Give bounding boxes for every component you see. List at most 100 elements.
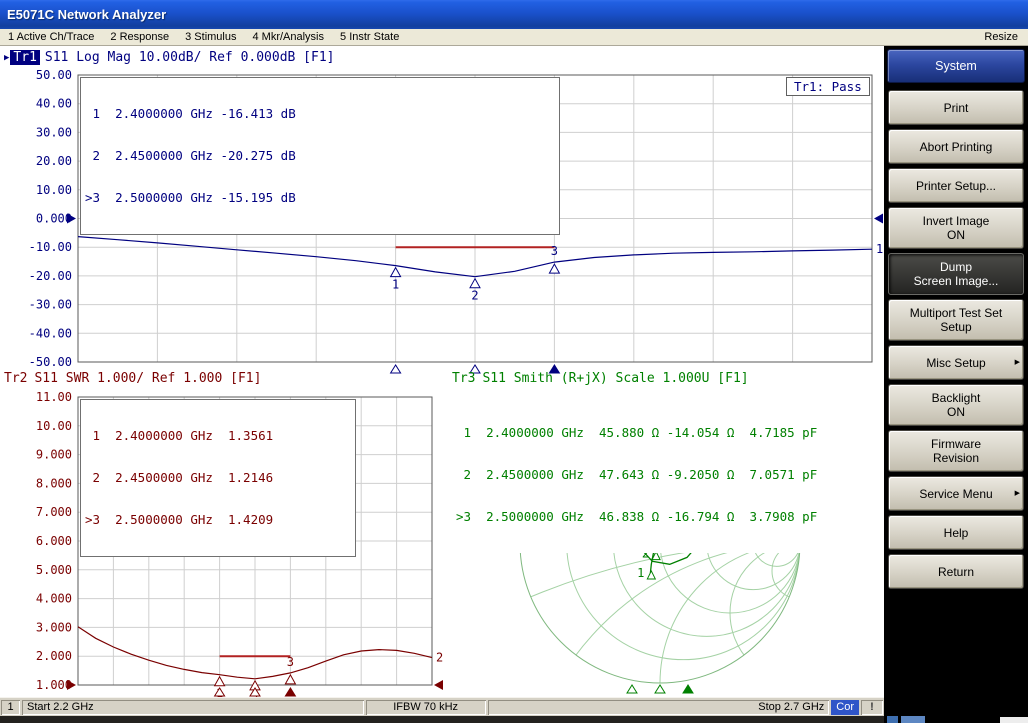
svg-text:8.000: 8.000 bbox=[36, 476, 72, 490]
menu-item-mkr-analysis[interactable]: 4 Mkr/Analysis bbox=[244, 29, 332, 45]
window-title: E5071C Network Analyzer bbox=[0, 7, 166, 22]
svg-text:30.00: 30.00 bbox=[36, 125, 72, 139]
menu-item-instr-state[interactable]: 5 Instr State bbox=[332, 29, 407, 45]
tr2-header: Tr2 S11 SWR 1.000/ Ref 1.000 [F1] bbox=[4, 371, 261, 386]
svg-text:3: 3 bbox=[551, 244, 558, 258]
softkey-misc-setup[interactable]: Misc Setup▶ bbox=[888, 345, 1024, 380]
softkey-panel: System Print Abort Printing Printer Setup.… bbox=[884, 46, 1028, 723]
svg-text:1: 1 bbox=[392, 278, 399, 292]
softkey-help[interactable]: Help bbox=[888, 515, 1024, 550]
marker-readout-line: 2 2.4500000 GHz 47.643 Ω -9.2050 Ω 7.057… bbox=[456, 468, 817, 482]
svg-text:-50.00: -50.00 bbox=[29, 355, 72, 369]
svg-text:5.000: 5.000 bbox=[36, 563, 72, 577]
marker-readout-line: >3 2.5000000 GHz -15.195 dB bbox=[85, 191, 555, 205]
marker-readout-line: 2 2.4500000 GHz 1.2146 bbox=[85, 471, 351, 485]
trace-marker bbox=[470, 279, 480, 288]
svg-text:4.000: 4.000 bbox=[36, 592, 72, 606]
ref-level-marker bbox=[874, 214, 883, 224]
softkey-service-menu[interactable]: Service Menu▶ bbox=[888, 476, 1024, 511]
softkey-firmware-revision[interactable]: FirmwareRevision bbox=[888, 430, 1024, 472]
menu-item-active-ch-trace[interactable]: 1 Active Ch/Trace bbox=[0, 29, 102, 45]
svg-text:2: 2 bbox=[471, 289, 478, 303]
svg-text:6.000: 6.000 bbox=[36, 534, 72, 548]
stimulus-marker bbox=[391, 365, 401, 373]
tr1-badge[interactable]: Tr1 bbox=[10, 50, 39, 65]
submenu-arrow-icon: ▶ bbox=[1015, 356, 1020, 370]
marker-readout-line: >3 2.5000000 GHz 1.4209 bbox=[85, 513, 351, 527]
svg-text:-40.00: -40.00 bbox=[29, 326, 72, 340]
tr1-header: ▶ Tr1 S11 Log Mag 10.00dB/ Ref 0.000dB [… bbox=[4, 50, 335, 65]
menu-item-resize[interactable]: Resize bbox=[974, 29, 1028, 45]
tr3-marker-readout: 1 2.4000000 GHz 45.880 Ω -14.054 Ω 4.718… bbox=[452, 397, 821, 553]
svg-text:1: 1 bbox=[637, 566, 644, 580]
trace-marker bbox=[215, 677, 225, 686]
trace-marker bbox=[549, 264, 559, 273]
marker-readout-line: >3 2.5000000 GHz 46.838 Ω -16.794 Ω 3.79… bbox=[456, 510, 817, 524]
softkey-printer-setup[interactable]: Printer Setup... bbox=[888, 168, 1024, 203]
svg-text:20.00: 20.00 bbox=[36, 154, 72, 168]
alert-indicator[interactable]: ! bbox=[861, 700, 883, 715]
instrument-screen: E5071C Network Analyzer 1 Active Ch/Trac… bbox=[0, 0, 1028, 723]
svg-text:3: 3 bbox=[287, 655, 294, 669]
titlebar: E5071C Network Analyzer bbox=[0, 0, 1028, 29]
tr3-header: Tr3 S11 Smith (R+jX) Scale 1.000U [F1] bbox=[452, 371, 749, 386]
stimulus-marker bbox=[683, 685, 693, 693]
svg-text:1: 1 bbox=[876, 242, 883, 256]
softkey-backlight[interactable]: BacklightON bbox=[888, 384, 1024, 426]
marker-readout-line: 1 2.4000000 GHz 1.3561 bbox=[85, 429, 351, 443]
ref-level-marker bbox=[434, 680, 443, 690]
screen-edge-fragment bbox=[901, 716, 925, 723]
marker-readout-line: 1 2.4000000 GHz -16.413 dB bbox=[85, 107, 555, 121]
softkey-invert-image[interactable]: Invert ImageON bbox=[888, 207, 1024, 249]
tr3-badge[interactable]: Tr3 bbox=[452, 371, 475, 386]
svg-text:40.00: 40.00 bbox=[36, 97, 72, 111]
softkey-abort-printing[interactable]: Abort Printing bbox=[888, 129, 1024, 164]
stimulus-marker bbox=[655, 685, 665, 693]
sweep-start-readout: Start 2.2 GHz bbox=[22, 700, 364, 715]
menu-item-stimulus[interactable]: 3 Stimulus bbox=[177, 29, 244, 45]
svg-text:10.00: 10.00 bbox=[36, 183, 72, 197]
menu-item-response[interactable]: 2 Response bbox=[102, 29, 177, 45]
screen-edge-fragment bbox=[887, 716, 898, 723]
svg-text:7.000: 7.000 bbox=[36, 505, 72, 519]
stimulus-marker bbox=[285, 688, 295, 696]
trace-marker bbox=[647, 571, 655, 579]
screen-edge-fragment bbox=[1000, 717, 1028, 723]
softkey-list: Print Abort Printing Printer Setup... Inver… bbox=[884, 90, 1028, 589]
softkey-print[interactable]: Print bbox=[888, 90, 1024, 125]
tr1-marker-readout: 1 2.4000000 GHz -16.413 dB 2 2.4500000 G… bbox=[80, 77, 560, 235]
svg-text:2: 2 bbox=[436, 651, 443, 665]
softkey-return[interactable]: Return bbox=[888, 554, 1024, 589]
svg-text:1.000: 1.000 bbox=[36, 678, 72, 692]
bottom-edge-strip bbox=[0, 716, 884, 723]
sweep-stop-readout: Stop 2.7 GHz bbox=[488, 700, 830, 715]
svg-text:11.00: 11.00 bbox=[36, 390, 72, 404]
svg-text:0.000: 0.000 bbox=[36, 212, 72, 226]
stimulus-marker bbox=[627, 685, 637, 693]
svg-text:2.000: 2.000 bbox=[36, 649, 72, 663]
softkey-dump-screen-image[interactable]: DumpScreen Image... bbox=[888, 253, 1024, 295]
tr1-format-label: S11 Log Mag 10.00dB/ Ref 0.000dB [F1] bbox=[45, 50, 335, 65]
softkey-multiport-test-set-setup[interactable]: Multiport Test SetSetup bbox=[888, 299, 1024, 341]
submenu-arrow-icon: ▶ bbox=[1015, 487, 1020, 501]
menubar: 1 Active Ch/Trace 2 Response 3 Stimulus … bbox=[0, 29, 1028, 46]
active-trace-arrow-icon: ▶ bbox=[4, 53, 9, 63]
softkey-menu-title: System bbox=[887, 49, 1025, 83]
tr3-format-label: S11 Smith (R+jX) Scale 1.000U [F1] bbox=[482, 371, 748, 386]
tr2-badge[interactable]: Tr2 bbox=[4, 371, 27, 386]
svg-text:-10.00: -10.00 bbox=[29, 240, 72, 254]
tr2-marker-readout: 1 2.4000000 GHz 1.3561 2 2.4500000 GHz 1… bbox=[80, 399, 356, 557]
channel-number: 1 bbox=[1, 700, 20, 715]
limit-test-result: Tr1: Pass bbox=[786, 77, 870, 96]
svg-text:10.00: 10.00 bbox=[36, 419, 72, 433]
svg-text:-20.00: -20.00 bbox=[29, 269, 72, 283]
svg-text:9.000: 9.000 bbox=[36, 448, 72, 462]
marker-readout-line: 2 2.4500000 GHz -20.275 dB bbox=[85, 149, 555, 163]
svg-text:3.000: 3.000 bbox=[36, 620, 72, 634]
svg-text:50.00: 50.00 bbox=[36, 68, 72, 82]
ifbw-readout: IFBW 70 kHz bbox=[366, 700, 486, 715]
marker-readout-line: 1 2.4000000 GHz 45.880 Ω -14.054 Ω 4.718… bbox=[456, 426, 817, 440]
svg-text:-30.00: -30.00 bbox=[29, 298, 72, 312]
trace-marker bbox=[285, 675, 295, 684]
tr2-format-label: S11 SWR 1.000/ Ref 1.000 [F1] bbox=[34, 371, 261, 386]
